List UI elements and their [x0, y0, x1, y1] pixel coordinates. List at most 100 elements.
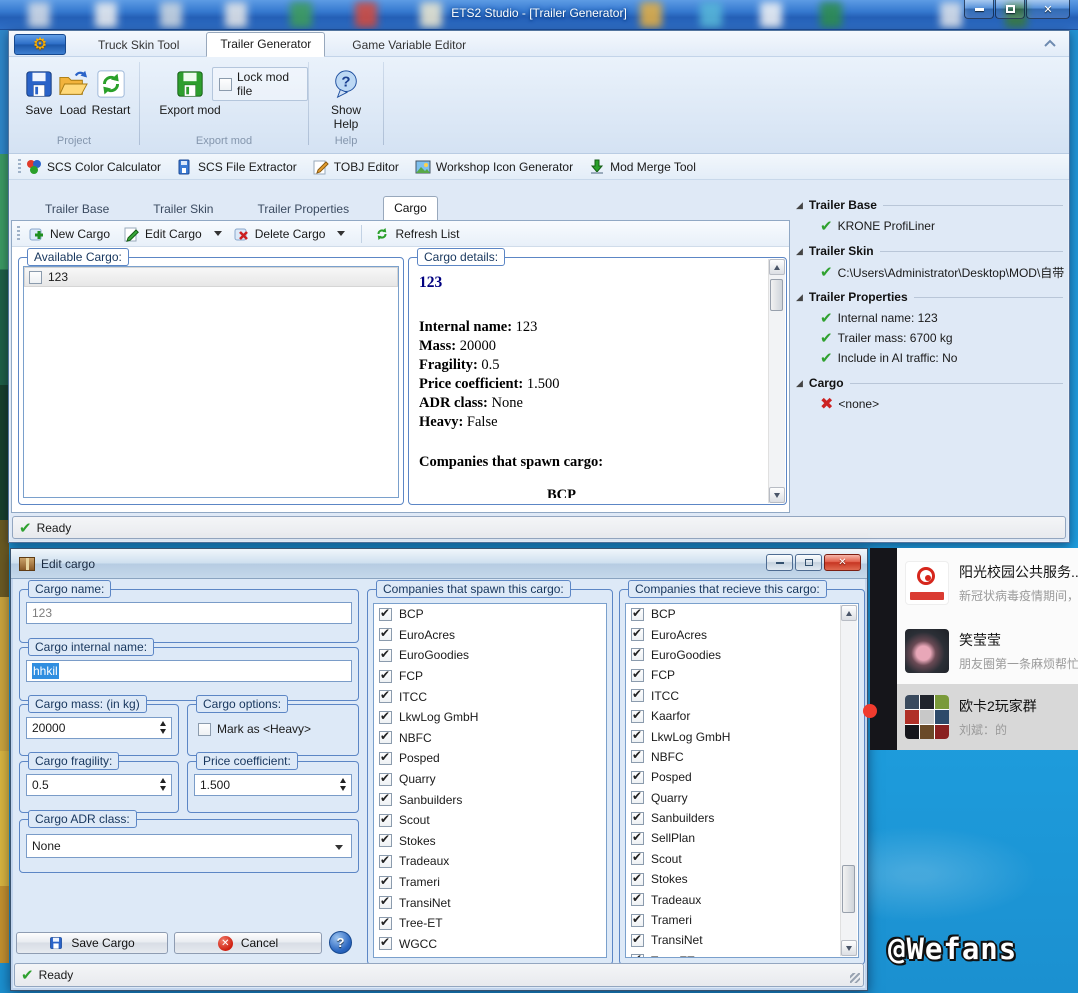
refresh-list-button[interactable]: Refresh List [370, 224, 463, 244]
application-menu-button[interactable]: ⚙ [14, 34, 66, 55]
checkbox-icon[interactable] [631, 934, 644, 947]
toolbar-item-workshop-icon-generator[interactable]: Workshop Icon Generator [415, 159, 573, 175]
company-item[interactable]: Trameri [626, 910, 841, 930]
cargo-fragility-input[interactable]: 0.5 [26, 774, 172, 796]
company-item[interactable]: ITCC [626, 686, 841, 706]
checkbox-icon[interactable] [631, 791, 644, 804]
checkbox-icon[interactable] [631, 710, 644, 723]
company-item[interactable]: NBFC [374, 728, 606, 749]
checkbox-icon[interactable] [631, 648, 644, 661]
company-item[interactable]: Kaarfor [626, 706, 841, 726]
checkbox-icon[interactable] [631, 771, 644, 784]
maximize-button[interactable] [995, 0, 1025, 19]
scrollbar-thumb[interactable] [770, 279, 783, 311]
company-item[interactable]: FCP [374, 666, 606, 687]
chat-list-item[interactable]: 阳光校园公共服务...新冠状病毒疫情期间，为 [897, 548, 1078, 618]
company-item[interactable]: EuroAcres [626, 624, 841, 644]
collapse-ribbon-icon[interactable] [1043, 39, 1057, 48]
checkbox-icon[interactable] [631, 954, 644, 957]
close-button[interactable]: ✕ [1026, 0, 1070, 19]
dialog-minimize-button[interactable] [766, 554, 793, 571]
scrollbar-thumb[interactable] [842, 865, 855, 913]
checkbox-icon[interactable] [379, 752, 392, 765]
checkbox-icon[interactable] [379, 670, 392, 683]
toolbar-item-tobj-editor[interactable]: TOBJ Editor [313, 159, 399, 175]
checkbox-icon[interactable] [631, 914, 644, 927]
price-spinner[interactable] [340, 778, 346, 791]
receive-companies-list[interactable]: BCPEuroAcresEuroGoodiesFCPITCCKaarforLkw… [625, 603, 859, 958]
company-item[interactable]: Tradeaux [626, 889, 841, 909]
company-item[interactable]: Trameri [374, 872, 606, 893]
checkbox-icon[interactable] [379, 855, 392, 868]
company-item[interactable]: Quarry [374, 769, 606, 790]
company-item[interactable]: BCP [374, 604, 606, 625]
company-item[interactable]: ITCC [374, 686, 606, 707]
checkbox-icon[interactable] [379, 711, 392, 724]
company-item[interactable]: EuroGoodies [374, 645, 606, 666]
checkbox-icon[interactable] [379, 649, 392, 662]
show-help-button[interactable]: ? Show Help [317, 69, 375, 131]
checkbox-icon[interactable] [379, 690, 392, 703]
lock-mod-file-checkbox[interactable]: Lock mod file [212, 67, 308, 101]
checkbox-icon[interactable] [379, 917, 392, 930]
ribbon-tab-game-variable-editor[interactable]: Game Variable Editor [339, 34, 479, 57]
company-item[interactable]: Tree-ET [626, 951, 841, 957]
company-item[interactable]: LkwLog GmbH [374, 707, 606, 728]
checkbox-icon[interactable] [631, 628, 644, 641]
scroll-up-icon[interactable] [841, 605, 857, 621]
checkbox-icon[interactable] [631, 689, 644, 702]
summary-section-header[interactable]: ◢Trailer Base [796, 196, 1067, 214]
new-cargo-button[interactable]: New Cargo [25, 224, 114, 244]
checkbox-icon[interactable] [631, 893, 644, 906]
dialog-maximize-button[interactable] [795, 554, 822, 571]
price-coefficient-input[interactable]: 1.500 [194, 774, 352, 796]
checkbox-icon[interactable] [631, 852, 644, 865]
checkbox-icon[interactable] [379, 896, 392, 909]
company-item[interactable]: Sanbuilders [626, 808, 841, 828]
company-item[interactable]: Tradeaux [374, 851, 606, 872]
mark-heavy-checkbox[interactable]: Mark as <Heavy> [198, 722, 311, 736]
ribbon-tab-trailer-generator[interactable]: Trailer Generator [206, 32, 325, 57]
summary-section-header[interactable]: ◢Trailer Properties [796, 288, 1067, 306]
fragility-spinner[interactable] [160, 778, 166, 791]
company-item[interactable]: EuroAcres [374, 625, 606, 646]
available-cargo-list[interactable]: 123 [23, 266, 399, 498]
checkbox-icon[interactable] [631, 669, 644, 682]
toolbar-item-mod-merge-tool[interactable]: Mod Merge Tool [589, 159, 696, 175]
summary-section-header[interactable]: ◢Trailer Skin [796, 242, 1067, 260]
receive-list-scrollbar[interactable] [840, 605, 857, 956]
company-item[interactable]: NBFC [626, 747, 841, 767]
checkbox-icon[interactable] [379, 876, 392, 889]
cancel-button[interactable]: ✕ Cancel [174, 932, 322, 954]
scroll-down-icon[interactable] [769, 487, 785, 503]
load-button[interactable]: Load [53, 69, 93, 117]
checkbox-icon[interactable] [29, 271, 42, 284]
minimize-button[interactable] [964, 0, 994, 19]
delete-cargo-dropdown-icon[interactable] [337, 231, 345, 236]
toolbar-item-scs-file-extractor[interactable]: SCS File Extractor [177, 159, 297, 175]
cargo-list-item[interactable]: 123 [24, 267, 398, 287]
collapse-triangle-icon[interactable]: ◢ [796, 379, 803, 388]
edit-cargo-dropdown-icon[interactable] [214, 231, 222, 236]
checkbox-icon[interactable] [379, 731, 392, 744]
details-scrollbar[interactable] [768, 259, 785, 503]
checkbox-icon[interactable] [379, 937, 392, 950]
tab-trailer-properties[interactable]: Trailer Properties [247, 198, 359, 221]
spawn-companies-list[interactable]: BCPEuroAcresEuroGoodiesFCPITCCLkwLog Gmb… [373, 603, 607, 958]
ribbon-tab-truck-skin-tool[interactable]: Truck Skin Tool [85, 34, 192, 57]
company-item[interactable]: SellPlan [626, 828, 841, 848]
dialog-close-button[interactable]: ✕ [824, 554, 861, 571]
company-item[interactable]: LkwLog GmbH [626, 726, 841, 746]
checkbox-icon[interactable] [631, 750, 644, 763]
cargo-internal-name-input[interactable]: hhkil [26, 660, 352, 682]
company-item[interactable]: TransiNet [626, 930, 841, 950]
company-item[interactable]: Sanbuilders [374, 789, 606, 810]
checkbox-icon[interactable] [631, 873, 644, 886]
checkbox-icon[interactable] [379, 834, 392, 847]
checkbox-icon[interactable] [379, 814, 392, 827]
checkbox-icon[interactable] [379, 793, 392, 806]
cargo-mass-input[interactable]: 20000 [26, 717, 172, 739]
delete-cargo-button[interactable]: Delete Cargo [230, 224, 330, 244]
restart-button[interactable]: Restart [89, 69, 133, 117]
company-item[interactable]: TransiNet [374, 892, 606, 913]
